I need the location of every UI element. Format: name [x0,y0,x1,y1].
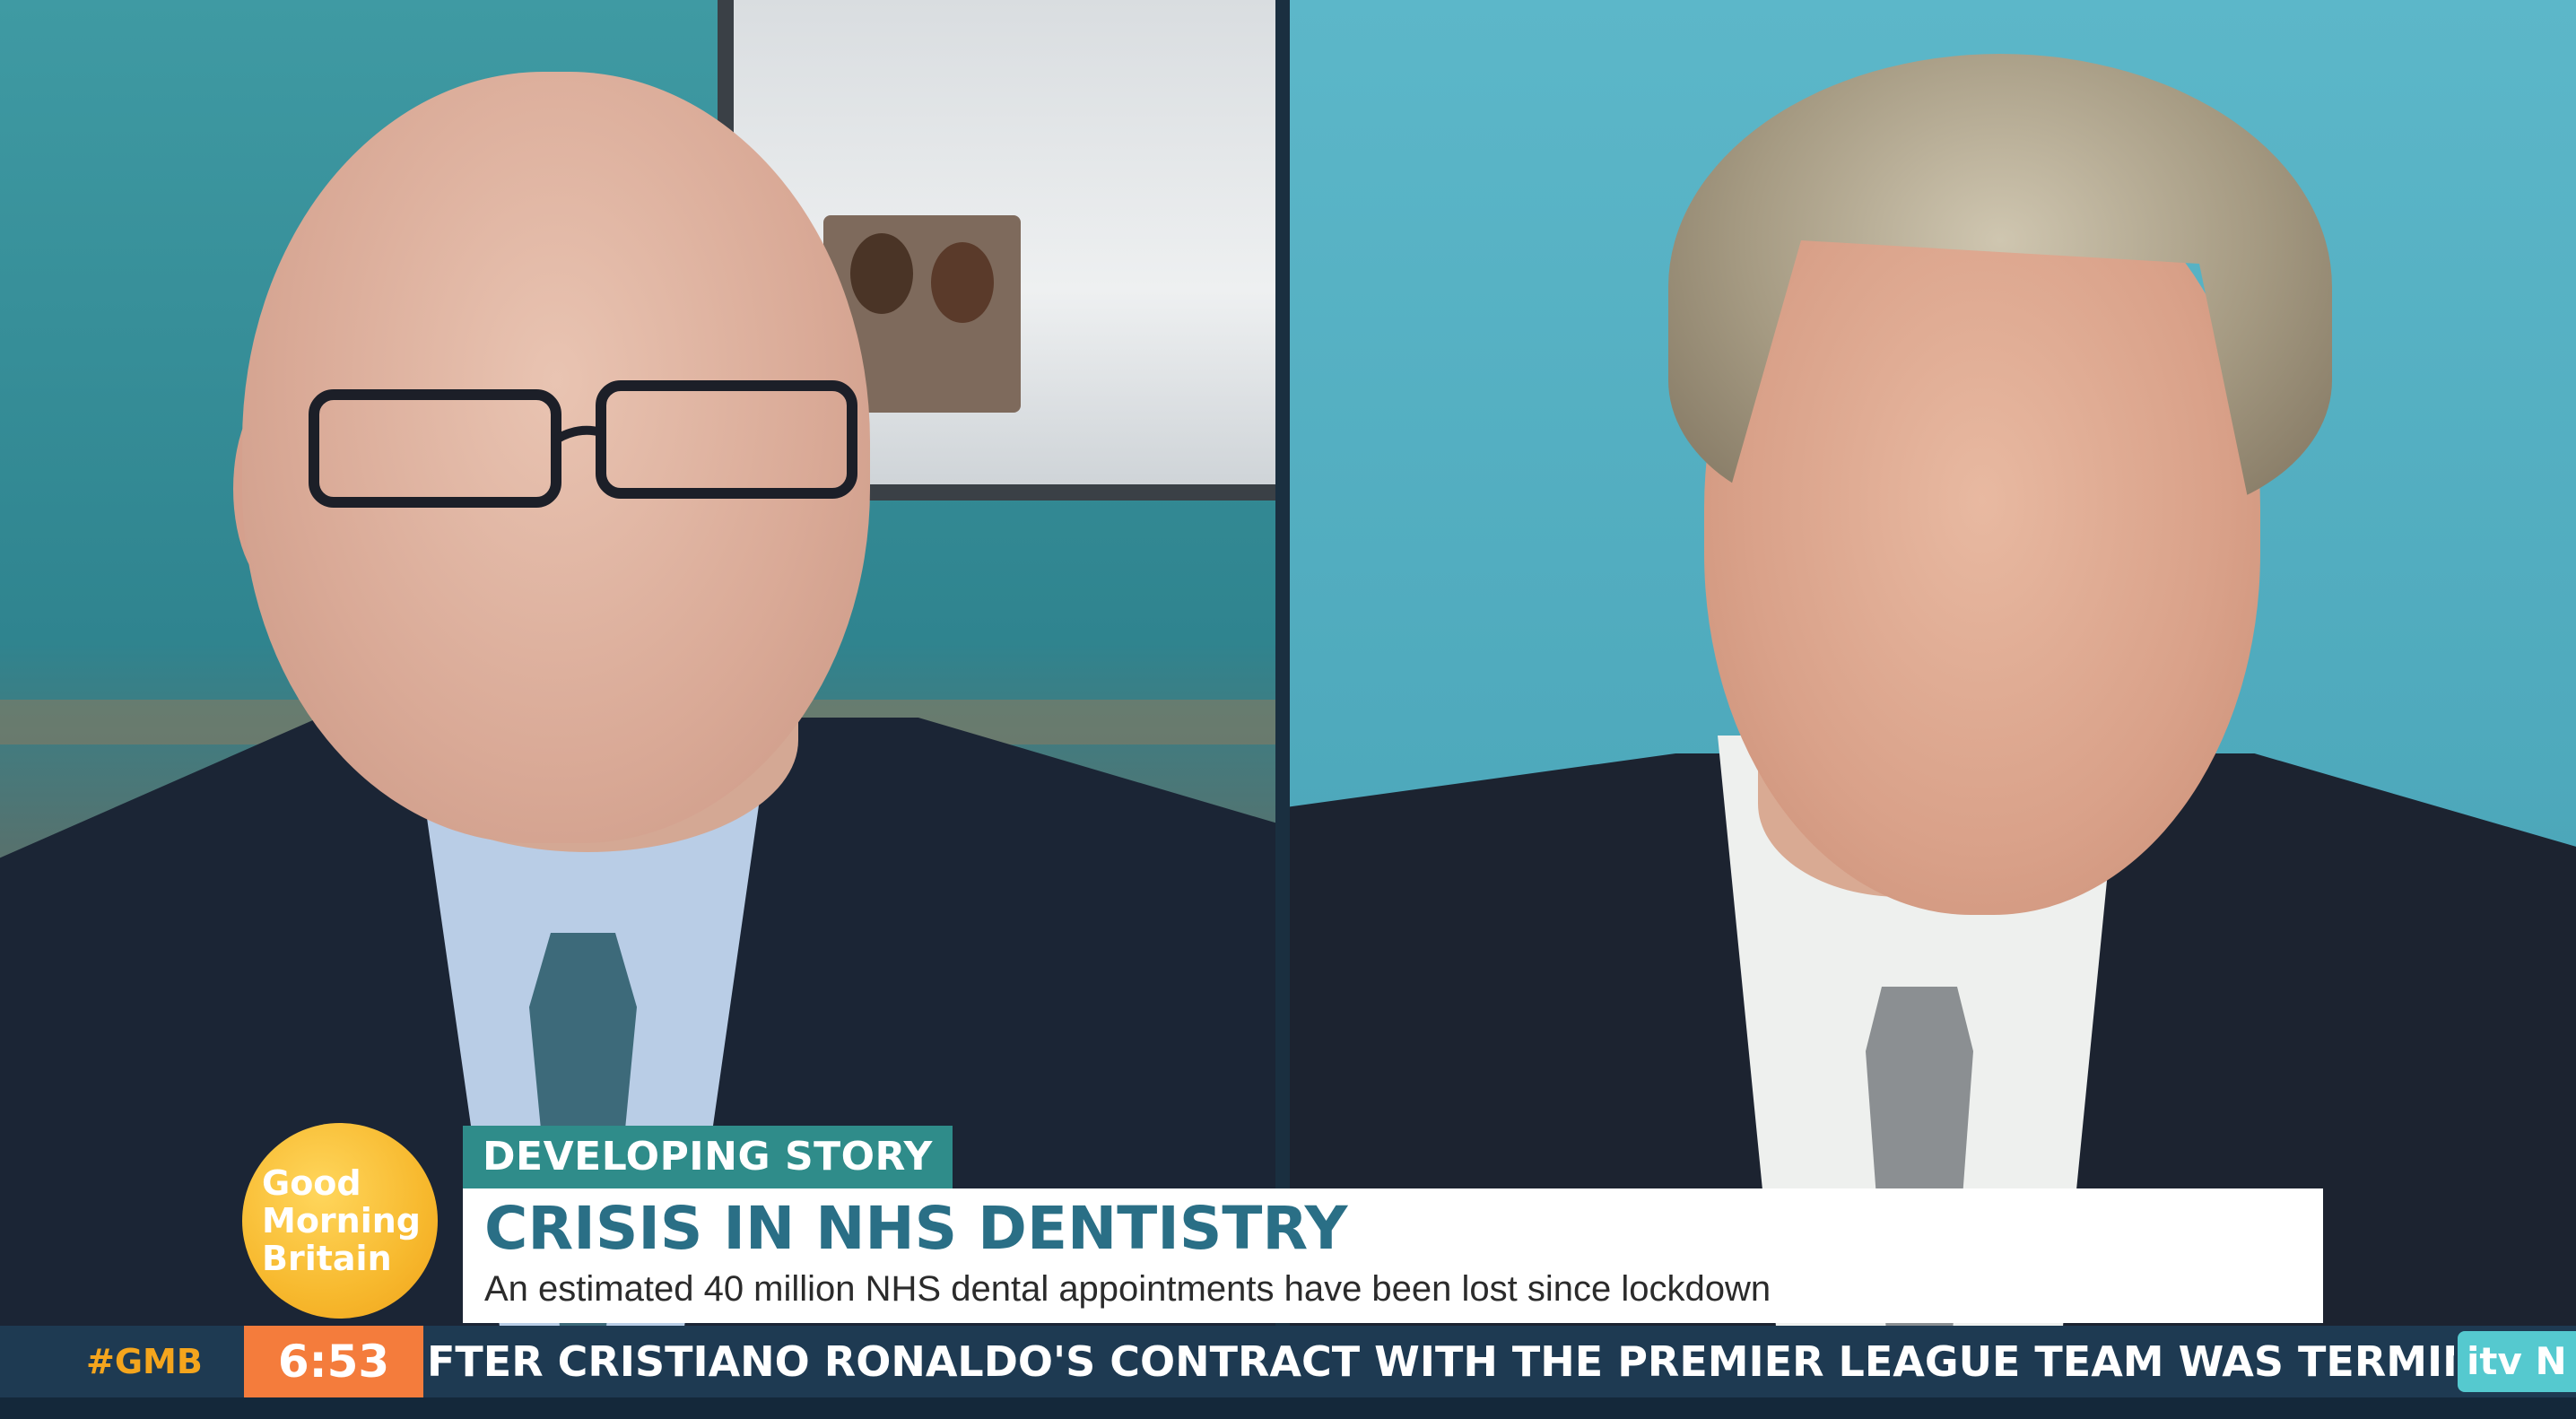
gmb-logo: Good Morning Britain [242,1123,438,1319]
logo-line-2: Morning [262,1201,421,1241]
itv-news-logo: itv N [2458,1331,2576,1392]
headline: CRISIS IN NHS DENTISTRY [484,1194,1348,1263]
headline-box: CRISIS IN NHS DENTISTRY An estimated 40 … [463,1188,2323,1323]
logo-line-1: Good [262,1163,361,1203]
subline: An estimated 40 million NHS dental appoi… [484,1269,1771,1309]
guest-glasses [309,380,857,508]
ticker-bottom-strip [0,1397,2576,1419]
ticker-text: FTER CRISTIANO RONALDO'S CONTRACT WITH T… [427,1337,2454,1386]
logo-line-3: Britain [262,1239,392,1278]
developing-story-tag: DEVELOPING STORY [463,1126,953,1188]
hashtag: #GMB [86,1342,203,1381]
clock: 6:53 [244,1326,423,1397]
